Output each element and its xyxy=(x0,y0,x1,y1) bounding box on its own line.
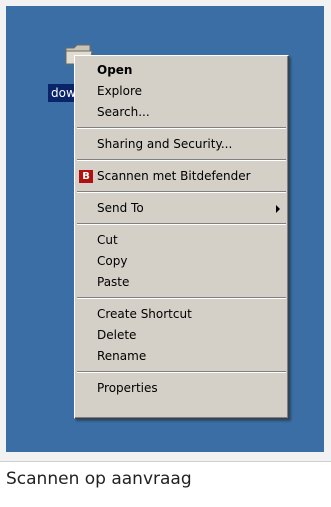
menu-separator xyxy=(77,223,286,225)
menu-separator xyxy=(77,297,286,299)
menu-item-properties[interactable]: Properties xyxy=(75,378,288,399)
menu-item-paste[interactable]: Paste xyxy=(75,272,288,293)
menu-item-send-to[interactable]: Send To xyxy=(75,198,288,219)
menu-separator xyxy=(77,371,286,373)
caption-divider xyxy=(0,461,331,462)
menu-separator xyxy=(77,191,286,193)
screenshot-frame: dow Open Explore Search... Sharing and S… xyxy=(0,0,331,462)
menu-separator xyxy=(77,159,286,161)
menu-item-search[interactable]: Search... xyxy=(75,102,288,123)
menu-item-cut[interactable]: Cut xyxy=(75,230,288,251)
menu-item-create-shortcut[interactable]: Create Shortcut xyxy=(75,304,288,325)
menu-item-delete[interactable]: Delete xyxy=(75,325,288,346)
menu-item-rename[interactable]: Rename xyxy=(75,346,288,367)
menu-item-scan-bitdefender[interactable]: B Scannen met Bitdefender xyxy=(75,166,288,187)
submenu-arrow-icon xyxy=(276,205,280,213)
menu-item-sharing-security[interactable]: Sharing and Security... xyxy=(75,134,288,155)
menu-item-label: Send To xyxy=(97,201,144,215)
image-caption: Scannen op aanvraag xyxy=(6,469,192,489)
menu-item-open[interactable]: Open xyxy=(75,60,288,81)
menu-item-explore[interactable]: Explore xyxy=(75,81,288,102)
bitdefender-icon: B xyxy=(79,170,93,183)
menu-separator xyxy=(77,127,286,129)
menu-item-copy[interactable]: Copy xyxy=(75,251,288,272)
context-menu: Open Explore Search... Sharing and Secur… xyxy=(74,55,289,419)
desktop: dow Open Explore Search... Sharing and S… xyxy=(6,6,324,452)
menu-item-label: Scannen met Bitdefender xyxy=(97,169,251,183)
